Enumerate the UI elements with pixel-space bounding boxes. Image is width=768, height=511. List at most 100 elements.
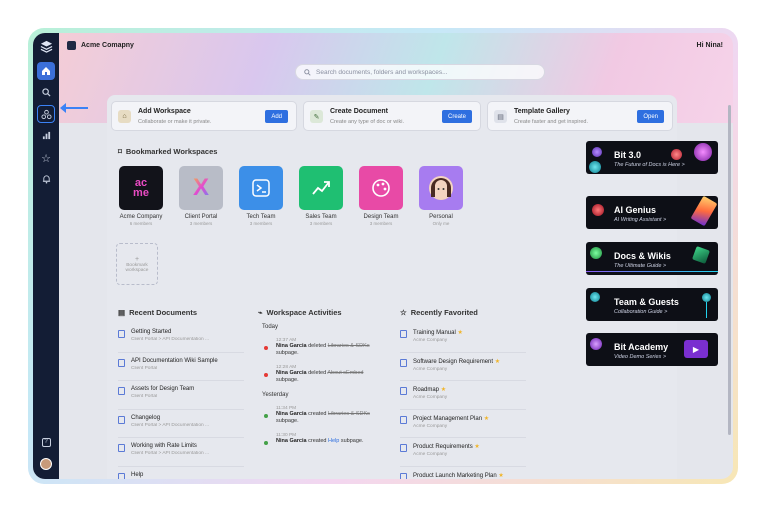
activity-verb: created [308,438,327,444]
quick-action-title: Template Gallery [514,108,570,115]
promo-subtitle: The Future of Docs is Here > [614,162,685,168]
doc-workspace: Acme Company [413,338,448,343]
add-workspace-button[interactable]: Add [265,110,288,123]
workspace-name: Client Portal [184,214,218,220]
accent-line [706,302,707,318]
document-icon [400,415,407,424]
star-icon[interactable]: ☆ [37,149,55,167]
activity-day-label: Yesterday [262,392,289,398]
document-icon: ✎ [310,110,323,123]
list-item[interactable]: Product Requirements ★ Acme Company [400,438,526,467]
workspace-sales-team[interactable]: Sales Team 3 members [296,166,346,226]
activity-target[interactable]: Help [328,438,339,444]
greeting: Hi Nina! [696,42,723,49]
orb-icon [590,338,602,350]
quick-action-title: Add Workspace [138,108,191,115]
promo-team-guests[interactable]: Team & Guests Collaboration Guide > [586,288,718,321]
activity-user: Nina Garcia [276,370,307,376]
workspace-tech-team[interactable]: Tech Team 3 members [236,166,286,226]
activity-day-label: Today [262,324,279,330]
activity-feed: Today 12:37 AM Nina Garcia deleted Libra… [262,319,388,445]
workspaces-icon[interactable] [37,105,55,123]
activity-target[interactable]: Libraries & SDKs [328,343,370,349]
activity-target[interactable]: Libraries & SDKs [328,411,370,417]
main-content: ⌂ Add Workspace Collaborate or make it p… [59,95,733,479]
promo-title: Docs & Wikis [614,251,671,261]
workspace-design-team[interactable]: Design Team 3 members [356,166,406,226]
promo-bit-3[interactable]: Bit 3.0 The Future of Docs is Here > [586,141,718,174]
activity-icon: ⌁ [258,308,263,317]
user-avatar[interactable] [37,455,55,473]
workspace-client-portal[interactable]: X Client Portal 3 members [176,166,226,226]
company-logo-icon [67,41,76,50]
list-item[interactable]: Getting Started Client Portal > API Docum… [118,324,244,353]
doc-path: Client Portal [131,365,158,371]
scrollbar[interactable] [728,105,731,435]
activity-item[interactable]: 11:30 PM Nina Garcia created Help subpag… [262,433,388,445]
status-dot [264,346,268,350]
activity-user: Nina Garcia [276,343,307,349]
acme-logo-icon: ac me [119,166,163,210]
pointer-arrow-icon [60,103,88,113]
analytics-icon[interactable] [37,126,55,144]
doc-title: API Documentation Wiki Sample [131,357,218,364]
personal-avatar-icon [419,166,463,210]
home-icon[interactable] [37,62,55,80]
video-play-icon: ▶ [684,340,708,358]
list-item[interactable]: Roadmap ★ Acme Company [400,381,526,410]
list-item[interactable]: Assets for Design Team Client Portal [118,381,244,410]
list-item[interactable]: Product Launch Marketing Plan ★ [400,467,526,479]
list-item[interactable]: Changelog Client Portal > API Documentati… [118,410,244,438]
add-workspace-card: ⌂ Add Workspace Collaborate or make it p… [111,101,297,131]
template-icon: ▤ [494,110,507,123]
layers-logo-icon[interactable] [37,37,55,55]
app-window: ☆ ? Acme Comapny Hi Nina! Search documen… [33,33,733,479]
activity-item[interactable]: 11:34 PM Nina Garcia created Libraries &… [262,406,388,425]
activity-item[interactable]: 12:28 AM Nina Garcia deleted About sEmbe… [262,365,388,384]
activity-target[interactable]: About sEmbed [327,370,363,376]
workspace-icon: ⌂ [118,110,131,123]
doc-path: Client Portal [131,394,158,399]
doc-title: Product Requirements [413,444,473,450]
promo-subtitle: The Ultimate Guide > [614,263,667,269]
promo-ai-genius[interactable]: AI Genius AI Writing Assistant > [586,196,718,229]
search-input[interactable]: Search documents, folders and workspaces… [295,64,545,80]
list-item[interactable]: API Documentation Wiki Sample Client Port… [118,353,244,381]
list-item[interactable]: Software Design Requirement ★ Acme Compan… [400,353,526,381]
orb-icon [694,143,712,161]
workspace-members: Only me [432,221,450,226]
doc-path: Client Portal > API Documentation ... [131,422,209,428]
list-item[interactable]: Working with Rate Limits Client Portal > … [118,438,244,467]
document-icon [118,330,125,338]
list-item[interactable]: Training Manual ★ Acme Company [400,324,526,353]
promo-title: AI Genius [614,205,657,215]
document-icon [400,387,407,395]
search-icon[interactable] [37,83,55,101]
brand-name: Acme Comapny [81,42,134,49]
template-gallery-card: ▤ Template Gallery Create faster and get… [487,101,673,131]
workspace-name: Personal [429,214,453,220]
promo-docs-wikis[interactable]: Docs & Wikis The Ultimate Guide > [586,242,718,275]
quick-action-subtitle: Create any type of doc or wiki. [330,119,404,125]
bookmark-workspace-button[interactable]: + Bookmark workspace [116,243,158,285]
list-item[interactable]: Help [118,467,244,479]
doc-title: Training Manual [413,330,456,336]
growth-chart-icon [299,166,343,210]
help-icon[interactable]: ? [37,433,55,451]
promo-bit-academy[interactable]: ▶ Bit Academy Video Demo Series > [586,333,718,366]
brand[interactable]: Acme Comapny [67,41,134,50]
activity-item[interactable]: 12:37 AM Nina Garcia deleted Libraries &… [262,338,388,357]
list-item[interactable]: Project Management Plan ★ Acme Company [400,410,526,438]
section-title-text: Workspace Activities [266,308,342,317]
orb-icon [589,161,601,173]
workspace-personal[interactable]: Personal Only me [416,166,466,226]
bell-icon[interactable] [37,170,55,188]
recently-favorited-title: ☆ Recently Favorited [400,308,478,317]
create-document-button[interactable]: Create [441,110,472,123]
orb-icon [590,292,600,302]
activity-suffix: subpage. [276,350,299,356]
activity-suffix: subpage. [276,377,299,383]
recent-documents-title: ▤ Recent Documents [118,308,197,317]
open-template-gallery-button[interactable]: Open [637,110,664,123]
workspace-acme-company[interactable]: ac me Acme Company 6 members [116,166,166,226]
